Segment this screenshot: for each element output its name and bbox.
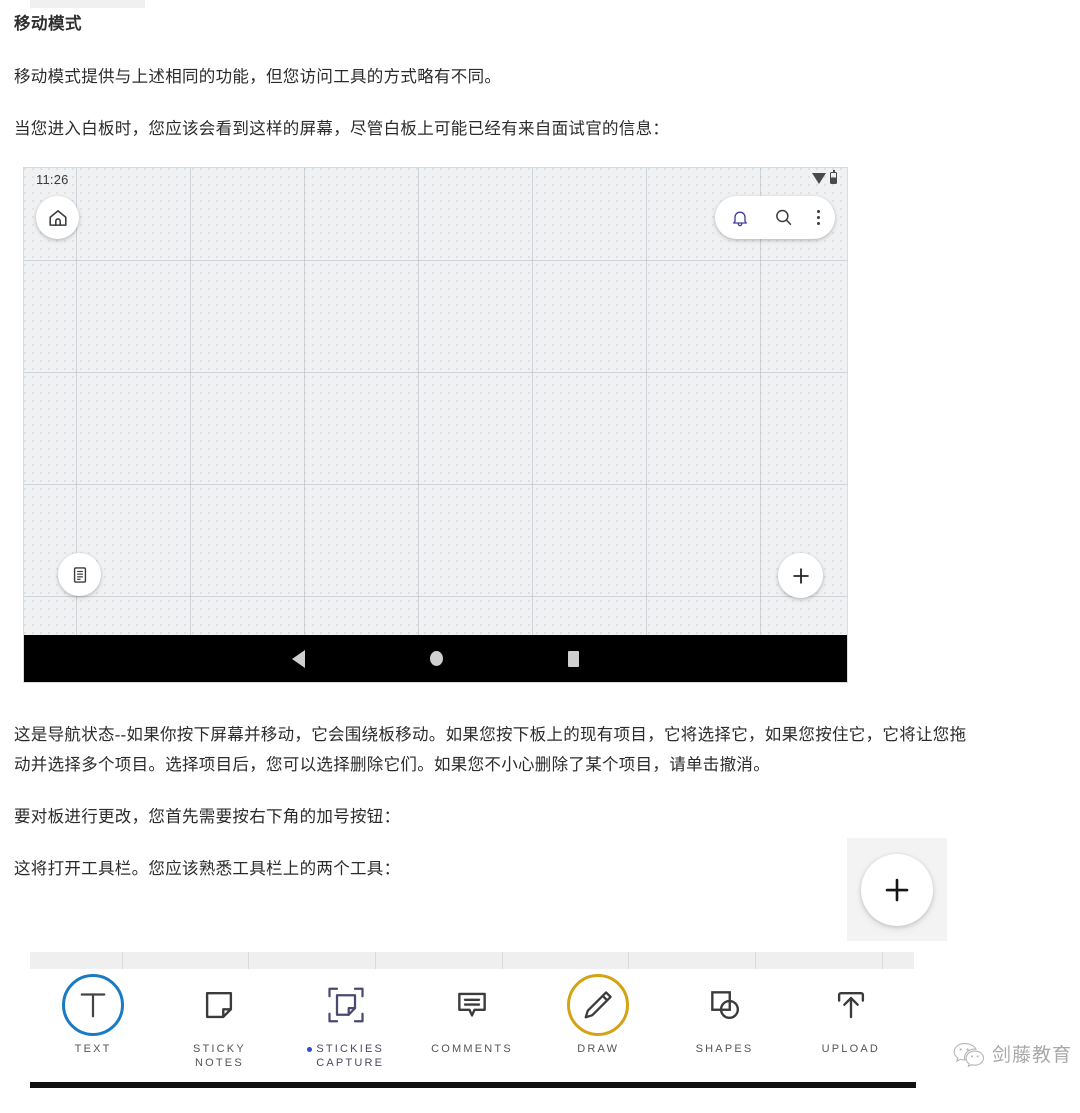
home-button[interactable]: [36, 196, 79, 239]
search-button[interactable]: [773, 207, 794, 228]
android-home-icon[interactable]: [430, 651, 443, 666]
paragraph-1: 移动模式提供与上述相同的功能，但您访问工具的方式略有不同。: [14, 67, 502, 86]
tool-sticky-notes[interactable]: STICKY NOTES: [156, 974, 282, 1070]
sticky-note-icon: [206, 991, 233, 1019]
battery-icon: [830, 170, 837, 184]
tool-upload-icon-box: [820, 974, 882, 1036]
bell-icon: [732, 211, 747, 226]
paragraph-4: 要对板进行更改，您首先需要按右下角的加号按钮：: [14, 807, 401, 826]
strip-divider: [755, 952, 756, 969]
tool-label: STICKIES CAPTURE: [316, 1043, 385, 1069]
paragraph-3: 这是导航状态--如果你按下屏幕并移动，它会围绕板移动。如果您按下板上的现有项目，…: [14, 725, 967, 774]
whiteboard-canvas[interactable]: [24, 168, 847, 682]
status-bar-time: 11:26: [36, 172, 69, 187]
paragraph-2: 当您进入白板时，您应该会看到这样的屏幕，尽管白板上可能已经有来自面试官的信息：: [14, 119, 670, 138]
tool-draw-label-wrap: DRAW: [577, 1042, 619, 1056]
wifi-icon: [812, 172, 826, 184]
android-recents-icon[interactable]: [568, 650, 579, 667]
tool-label: STICKY NOTES: [192, 1043, 246, 1069]
tool-draw[interactable]: DRAW: [535, 974, 661, 1056]
tool-label: SHAPES: [695, 1043, 754, 1055]
strip-divider: [122, 952, 123, 969]
search-icon: [775, 209, 792, 225]
upload-arrow-icon: [837, 991, 864, 1019]
android-back-icon[interactable]: [292, 649, 305, 668]
plus-icon: [792, 567, 809, 584]
plus-icon: [885, 878, 909, 901]
tool-upload-label-wrap: UPLOAD: [822, 1042, 880, 1056]
tool-label: COMMENTS: [431, 1043, 513, 1055]
strip-divider: [375, 952, 376, 969]
wechat-icon: [953, 1042, 985, 1067]
pencil-draw-icon: [584, 991, 612, 1019]
tool-label: UPLOAD: [821, 1043, 881, 1055]
tool-list: TEXT STICKY NOTES STICKIES CAPTURE COMME…: [30, 974, 914, 1070]
stickies-capture-icon: [328, 987, 364, 1023]
tool-comments-label-wrap: COMMENTS: [431, 1042, 513, 1056]
plus-button-figure: [847, 838, 947, 941]
tool-stickies-capture[interactable]: STICKIES CAPTURE: [283, 974, 409, 1070]
strip-divider: [882, 952, 883, 969]
tool-comments-icon-box: [441, 974, 503, 1036]
android-nav-bar: [24, 635, 847, 682]
tool-draw-ring: [567, 974, 630, 1036]
tool-shapes-label-wrap: SHAPES: [696, 1042, 754, 1056]
tool-label: TEXT: [74, 1043, 112, 1055]
tool-sticky-notes-label-wrap: STICKY NOTES: [193, 1042, 246, 1070]
active-dot-icon: [307, 1047, 313, 1052]
tool-stickies-capture-icon-box: [315, 974, 377, 1036]
phone-screenshot-figure: 11:26: [24, 168, 847, 682]
comment-bubble-icon: [458, 992, 486, 1017]
board-toolbar-pill: [714, 196, 835, 239]
strip-divider: [502, 952, 503, 969]
tool-strip-top-band: [30, 952, 914, 969]
tool-shapes[interactable]: SHAPES: [661, 974, 787, 1056]
tool-strip-figure: TEXT STICKY NOTES STICKIES CAPTURE COMME…: [30, 952, 914, 1080]
home-icon: [48, 209, 67, 226]
bottom-rule: [30, 1082, 916, 1088]
article-body: 移动模式 移动模式提供与上述相同的功能，但您访问工具的方式略有不同。 当您进入白…: [14, 0, 1014, 144]
page-title: 移动模式: [14, 15, 82, 33]
tool-upload[interactable]: UPLOAD: [788, 974, 914, 1056]
watermark-text: 剑藤教育: [991, 1045, 1072, 1066]
tool-comments[interactable]: COMMENTS: [409, 974, 535, 1056]
tool-sticky-notes-icon-box: [188, 974, 250, 1036]
plus-button-sample[interactable]: [861, 853, 933, 926]
watermark: 剑藤教育: [953, 1040, 1072, 1067]
shapes-icon: [710, 991, 739, 1020]
tool-shapes-icon-box: [694, 974, 756, 1036]
tool-label: DRAW: [577, 1043, 620, 1055]
tool-stickies-capture-label-wrap: STICKIES CAPTURE: [307, 1042, 384, 1070]
tool-text-label-wrap: TEXT: [75, 1042, 112, 1056]
status-bar-icons: [812, 170, 837, 184]
tool-text[interactable]: TEXT: [30, 974, 156, 1056]
board-notes-button[interactable]: [58, 553, 101, 596]
document-list-icon: [73, 566, 86, 583]
tool-text-ring: [62, 974, 125, 1036]
strip-divider: [248, 952, 249, 969]
overflow-menu-button[interactable]: [816, 209, 820, 226]
strip-divider: [628, 952, 629, 969]
text-tool-icon: [80, 993, 106, 1018]
notifications-button[interactable]: [730, 208, 750, 228]
overflow-menu-icon: [816, 209, 820, 226]
status-bar: 11:26: [24, 168, 847, 194]
add-button[interactable]: [778, 553, 823, 598]
